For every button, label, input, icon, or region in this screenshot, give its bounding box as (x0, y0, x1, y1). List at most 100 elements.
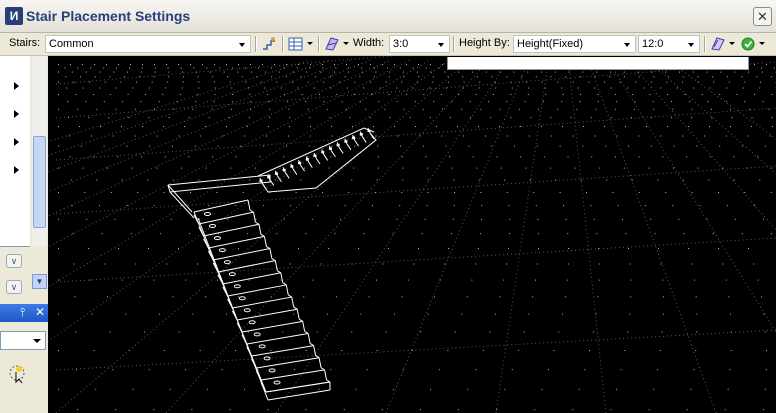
grid-dot (58, 71, 59, 73)
select-element-tool-icon[interactable] (6, 362, 30, 386)
grid-dot (762, 409, 764, 411)
grid-dot (447, 350, 449, 351)
grid-dot (634, 101, 636, 103)
grid-dot (58, 192, 59, 193)
stair-tread (217, 260, 276, 273)
grid-dot (475, 94, 477, 95)
grid-dot (205, 126, 206, 127)
grid-dot (425, 156, 427, 158)
stair-riser (252, 212, 256, 223)
grid-dot (478, 126, 479, 127)
grid-dot (270, 67, 272, 69)
grid-dot (141, 67, 143, 69)
grid-dot (374, 76, 376, 78)
grid-dot (69, 156, 71, 158)
grid-dot (278, 71, 280, 73)
grid-line-major (55, 107, 776, 161)
grid-dot (528, 135, 530, 137)
grid-dot (158, 313, 160, 315)
grid-dot (696, 331, 698, 333)
tool-list-scrollbar[interactable] (32, 56, 47, 246)
chevron-down-icon[interactable] (687, 38, 697, 50)
dropdown-shadow-panel (447, 57, 749, 70)
grid-dot (761, 71, 763, 73)
grid-dot (185, 369, 187, 371)
ok-button[interactable] (739, 35, 765, 53)
height-by-select[interactable]: Height(Fixed) (513, 35, 636, 53)
chevron-down-icon (307, 42, 313, 45)
grid-dot (548, 369, 550, 371)
expand-arrow-icon[interactable] (14, 110, 19, 118)
grid-dot (58, 64, 59, 65)
grid-dot (535, 76, 537, 78)
width-select[interactable]: 3:0 (389, 35, 450, 53)
chevron-down-icon[interactable] (238, 38, 248, 50)
grid-dot (300, 76, 302, 78)
expand-arrow-icon[interactable] (14, 82, 19, 90)
grid-dot (318, 388, 320, 390)
grid-dot (338, 81, 340, 83)
chevron-down-icon[interactable] (30, 333, 44, 348)
grid-dot (197, 94, 199, 95)
stairs-select[interactable]: Common (45, 35, 251, 53)
grid-dot (121, 279, 123, 281)
stair-riser (246, 346, 253, 357)
grid-dot (770, 192, 772, 193)
grid-dot (440, 94, 442, 95)
layout-button[interactable] (287, 35, 313, 53)
close-icon[interactable]: ✕ (35, 305, 45, 319)
grid-dot (126, 205, 128, 207)
grid-dot (279, 167, 281, 169)
pattern-button[interactable] (323, 35, 349, 53)
grid-dot (666, 81, 668, 83)
panel-combo[interactable] (0, 331, 46, 350)
collapse-chevron-icon[interactable]: ∨ (6, 280, 22, 294)
display-button[interactable] (709, 35, 735, 53)
expand-arrow-icon[interactable] (14, 166, 19, 174)
grid-dot (444, 263, 446, 265)
grid-dot (354, 81, 356, 83)
grid-dot (106, 64, 107, 65)
dialog-titlebar[interactable]: И Stair Placement Settings ✕ (0, 0, 776, 33)
grid-dot (205, 296, 207, 298)
grid-dot (646, 126, 647, 127)
grid-dot (374, 192, 376, 193)
grid-dot (214, 81, 215, 83)
pin-icon[interactable]: ⫯ (20, 305, 25, 320)
stair-settings-button[interactable] (260, 35, 278, 53)
grid-dot (467, 388, 469, 390)
grid-dot (168, 76, 170, 78)
scrollbar-thumb[interactable] (33, 136, 46, 228)
grid-dot (385, 331, 387, 333)
grid-dot (572, 409, 574, 411)
grid-dot (70, 64, 71, 65)
grid-dot (422, 108, 424, 110)
grid-dot (270, 350, 272, 351)
chevron-down-icon[interactable] (437, 38, 447, 50)
collapse-chevron-icon[interactable]: ∨ (6, 254, 22, 268)
grid-dot (757, 279, 759, 281)
expand-arrow-icon[interactable] (14, 138, 19, 146)
chevron-down-icon[interactable] (623, 38, 633, 50)
grid-dot (58, 388, 59, 390)
grid-dot (733, 156, 735, 158)
grid-dot (604, 81, 605, 83)
height-select[interactable]: 12:0 (638, 35, 700, 53)
grid-dot (695, 296, 697, 298)
tool-list[interactable] (0, 56, 30, 247)
grid-dot (662, 156, 664, 158)
grid-dot (94, 64, 95, 65)
grid-dot (400, 145, 401, 147)
grid-dot (476, 76, 478, 78)
grid-dot (86, 218, 88, 220)
close-button[interactable]: ✕ (753, 7, 772, 26)
grid-dot (555, 179, 557, 181)
grid-dot (667, 94, 668, 95)
grid-dot (637, 71, 639, 73)
scroll-down-button[interactable]: ▼ (32, 274, 47, 289)
grid-dot (245, 81, 247, 83)
grid-dot (765, 331, 767, 333)
grid-dot (730, 331, 732, 333)
tread-marker (305, 158, 309, 161)
grid-dot (458, 409, 460, 411)
